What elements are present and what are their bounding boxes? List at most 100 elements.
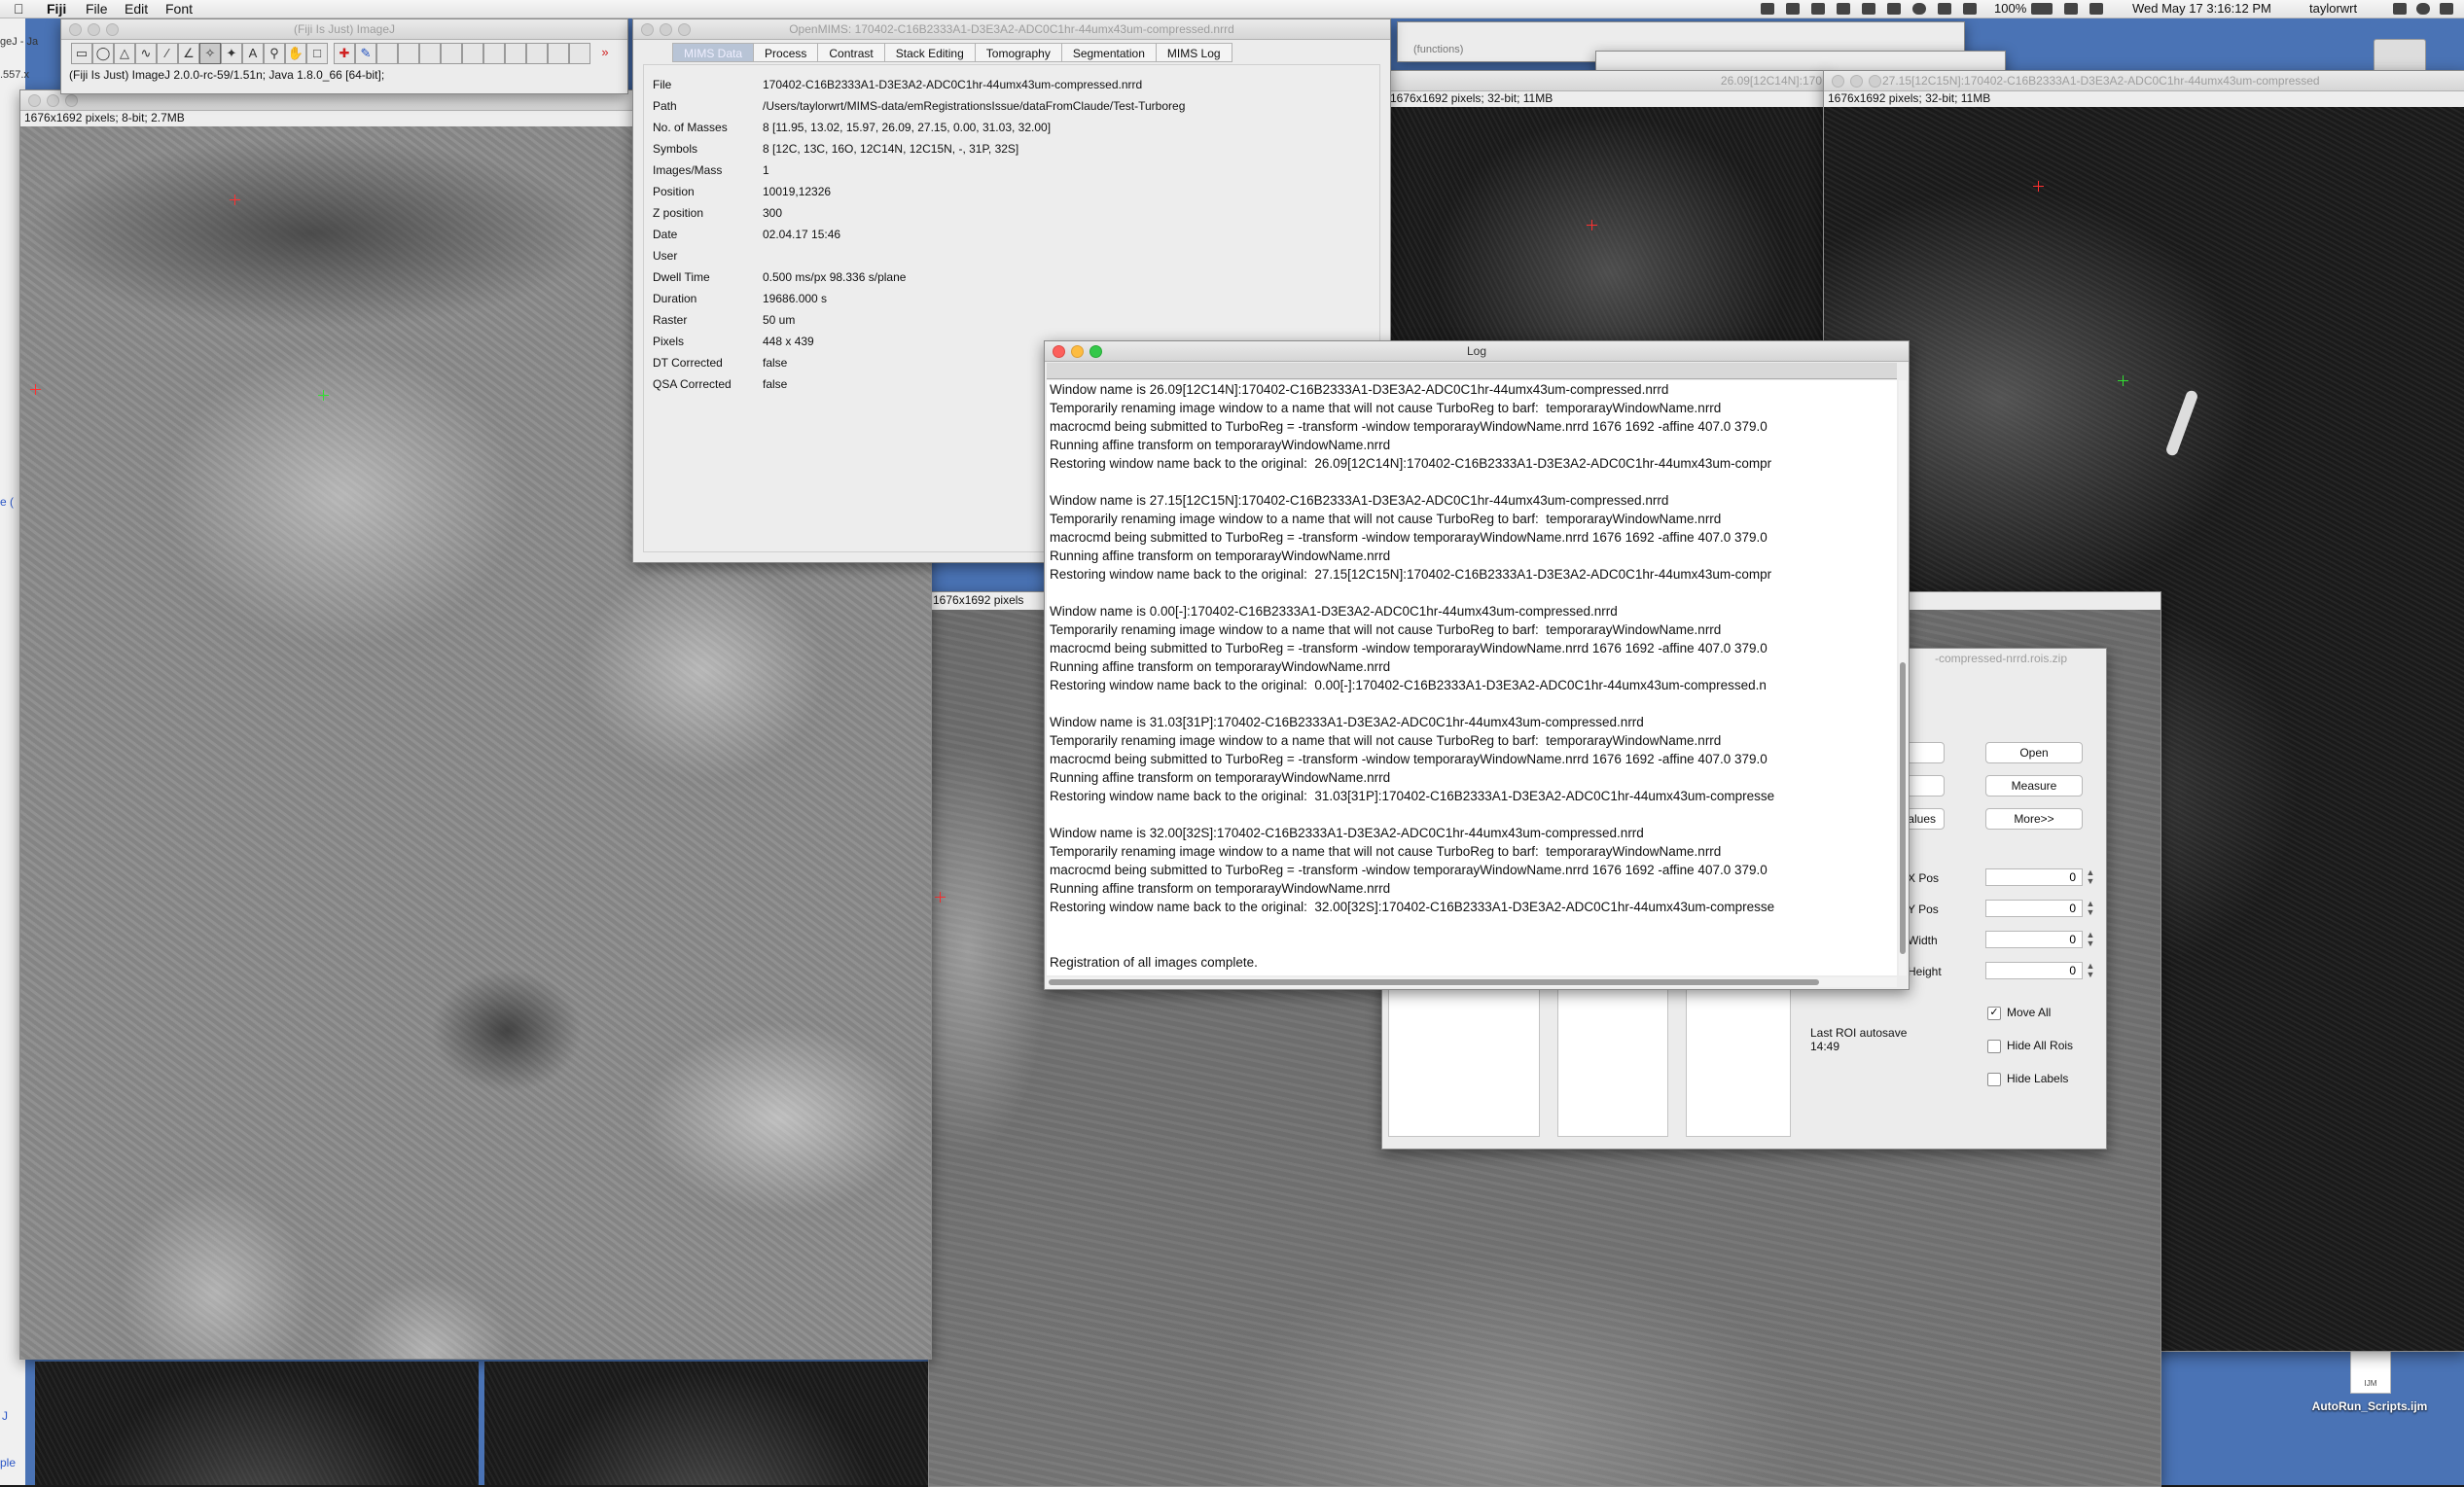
y-pos-field[interactable]: 0 (1985, 900, 2083, 917)
vertical-scrollbar[interactable] (1899, 380, 1907, 975)
status-icon[interactable] (1837, 3, 1850, 15)
rectangle-tool-icon[interactable]: ▭ (71, 43, 92, 64)
siri-icon[interactable] (2416, 3, 2430, 15)
empty-tool-slot[interactable] (441, 43, 462, 64)
empty-tool-slot[interactable] (569, 43, 590, 64)
point-tool-icon[interactable]: ✧ (199, 43, 221, 64)
roi-marker[interactable] (230, 195, 240, 205)
empty-tool-slot[interactable] (462, 43, 483, 64)
scroll-thumb[interactable] (1049, 979, 1819, 985)
stepper-arrows-icon[interactable]: ▲ ▼ (2085, 868, 2096, 886)
open-button[interactable]: Open (1985, 742, 2083, 763)
roi-marker[interactable] (2033, 181, 2044, 192)
freehand-tool-icon[interactable]: ∿ (135, 43, 157, 64)
scroll-thumb[interactable] (1900, 662, 1906, 954)
clock[interactable]: Wed May 17 3:16:12 PM (2132, 0, 2271, 18)
notification-center-icon[interactable] (2440, 3, 2453, 15)
image-info: 1676x1692 pixels; 32-bit; 11MB (1386, 91, 1826, 106)
width-field[interactable]: 0 (1985, 931, 2083, 948)
roi-marker[interactable] (2118, 375, 2128, 386)
wifi-icon[interactable] (1963, 3, 1977, 15)
close-button-icon[interactable] (1053, 345, 1065, 358)
roi-marker[interactable] (1587, 220, 1597, 230)
status-icon[interactable] (1862, 3, 1875, 15)
height-field[interactable]: 0 (1985, 962, 2083, 979)
dropbox-icon[interactable] (1761, 3, 1774, 15)
roi-list[interactable] (1686, 979, 1791, 1137)
move-all-checkbox[interactable]: ✓ (1987, 1007, 2001, 1020)
menu-file[interactable]: File (86, 0, 108, 18)
stepper-arrows-icon[interactable]: ▲ ▼ (2085, 900, 2096, 917)
roi-list[interactable] (1388, 979, 1540, 1137)
crosshair-tool-icon[interactable]: ✚ (334, 43, 355, 64)
empty-tool-slot[interactable] (398, 43, 419, 64)
battery-icon[interactable] (2031, 3, 2053, 15)
empty-tool-slot[interactable] (505, 43, 526, 64)
window-fragment: .557.x (0, 69, 29, 81)
hand-tool-icon[interactable]: ✋ (285, 43, 306, 64)
time-machine-icon[interactable] (1912, 3, 1926, 15)
input-source-icon[interactable] (2089, 3, 2103, 15)
angle-tool-icon[interactable]: ∠ (178, 43, 199, 64)
polygon-tool-icon[interactable]: △ (114, 43, 135, 64)
window-fragment[interactable]: ple (0, 1456, 16, 1469)
image-window-partial[interactable] (484, 1362, 928, 1485)
roi-marker[interactable] (318, 390, 329, 401)
edit-tool-icon[interactable]: ✎ (355, 43, 376, 64)
zoom-button-icon[interactable] (1089, 345, 1102, 358)
volume-icon[interactable] (2064, 3, 2078, 15)
desktop-file[interactable]: IJM AutoRun_Scripts.ijm (2311, 1345, 2428, 1433)
apple-menu-icon[interactable]:  (14, 0, 24, 18)
zoom-tool-icon[interactable]: ⚲ (264, 43, 285, 64)
roi-list[interactable] (1557, 979, 1668, 1137)
window-title: 26.09[12C14N]:170 (1720, 74, 1822, 88)
status-icon[interactable] (1786, 3, 1800, 15)
x-pos-field[interactable]: 0 (1985, 868, 2083, 886)
empty-tool-slot[interactable] (483, 43, 505, 64)
stepper-arrows-icon[interactable]: ▲ ▼ (2085, 962, 2096, 979)
more-button[interactable]: More>> (1985, 808, 2083, 830)
menu-font[interactable]: Font (165, 0, 193, 18)
oval-tool-icon[interactable]: ◯ (92, 43, 114, 64)
tab-segmentation[interactable]: Segmentation (1060, 43, 1157, 62)
tab-mims-log[interactable]: MIMS Log (1155, 43, 1232, 62)
window-fragment[interactable]: J (2, 1409, 8, 1423)
hide-labels-checkbox[interactable] (1987, 1073, 2001, 1086)
line-tool-icon[interactable]: ∕ (157, 43, 178, 64)
tab-contrast[interactable]: Contrast (817, 43, 885, 62)
log-window[interactable]: Log Window name is 26.09[12C14N]:170402-… (1044, 340, 1910, 990)
tab-process[interactable]: Process (753, 43, 819, 62)
height-label: Height (1908, 965, 1942, 978)
empty-tool-slot[interactable] (548, 43, 569, 64)
roi-marker[interactable] (935, 892, 946, 903)
hide-all-rois-checkbox[interactable] (1987, 1040, 2001, 1053)
spotlight-icon[interactable] (2393, 3, 2407, 15)
menu-edit[interactable]: Edit (125, 0, 148, 18)
minimize-button-icon[interactable] (1071, 345, 1084, 358)
tab-tomography[interactable]: Tomography (974, 43, 1062, 62)
status-icon[interactable] (1887, 3, 1901, 15)
width-label: Width (1908, 934, 1938, 947)
more-tools-button[interactable]: » (594, 43, 616, 64)
app-menu[interactable]: Fiji (47, 0, 66, 18)
bluetooth-icon[interactable] (1938, 3, 1951, 15)
user-menu[interactable]: taylorwrt (2309, 0, 2357, 18)
printer-icon[interactable] (2374, 39, 2426, 74)
wand-tool-icon[interactable]: ✦ (221, 43, 242, 64)
roi-marker[interactable] (30, 384, 41, 395)
measure-button[interactable]: Measure (1985, 775, 2083, 797)
empty-tool-slot[interactable] (376, 43, 398, 64)
battery-percent[interactable]: 100% (1994, 0, 2026, 18)
status-icon[interactable] (1811, 3, 1825, 15)
empty-tool-slot[interactable] (419, 43, 441, 64)
dropper-tool-icon[interactable]: □ (306, 43, 328, 64)
image-window-partial[interactable] (35, 1362, 479, 1485)
horizontal-scrollbar[interactable] (1047, 977, 1897, 987)
fiji-main-window[interactable]: (Fiji Is Just) ImageJ ▭ ◯ △ ∿ ∕ ∠ ✧ ✦ A … (60, 18, 628, 94)
tab-mims-data[interactable]: MIMS Data (672, 43, 755, 62)
window-fragment[interactable]: e ( (0, 495, 14, 509)
stepper-arrows-icon[interactable]: ▲ ▼ (2085, 931, 2096, 948)
tab-stack-editing[interactable]: Stack Editing (883, 43, 976, 62)
empty-tool-slot[interactable] (526, 43, 548, 64)
text-tool-icon[interactable]: A (242, 43, 264, 64)
